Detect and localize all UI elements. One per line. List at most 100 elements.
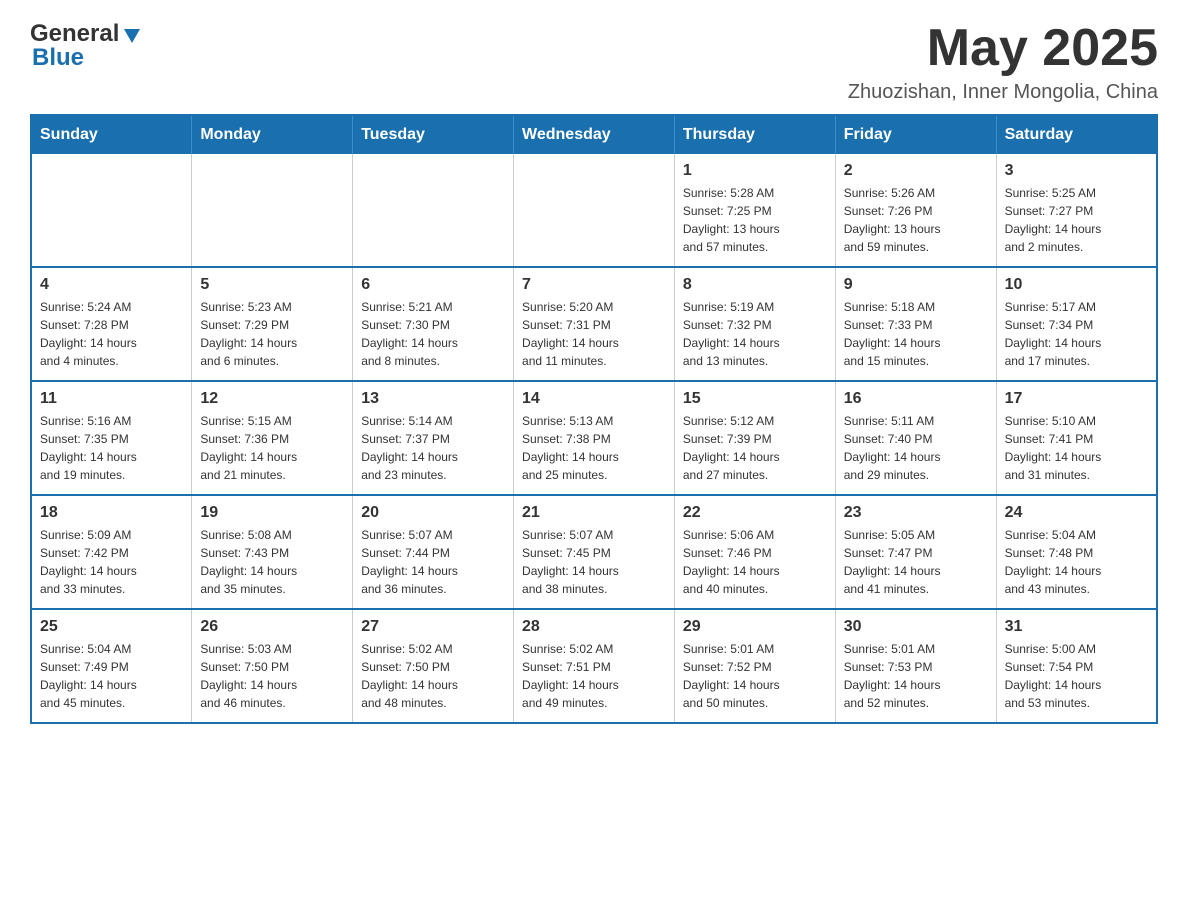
day-info: Sunrise: 5:04 AMSunset: 7:49 PMDaylight:…	[40, 640, 183, 712]
location-title: Zhuozishan, Inner Mongolia, China	[848, 81, 1158, 104]
day-number: 28	[522, 618, 666, 636]
day-info: Sunrise: 5:24 AMSunset: 7:28 PMDaylight:…	[40, 298, 183, 370]
calendar-header-friday: Friday	[835, 115, 996, 154]
day-number: 12	[200, 390, 344, 408]
day-info: Sunrise: 5:12 AMSunset: 7:39 PMDaylight:…	[683, 412, 827, 484]
day-number: 3	[1005, 162, 1148, 180]
calendar-cell: 25 Sunrise: 5:04 AMSunset: 7:49 PMDayligh…	[31, 609, 192, 723]
day-number: 22	[683, 504, 827, 522]
calendar-cell: 27 Sunrise: 5:02 AMSunset: 7:50 PMDayligh…	[353, 609, 514, 723]
day-number: 18	[40, 504, 183, 522]
calendar-week-5: 25 Sunrise: 5:04 AMSunset: 7:49 PMDayligh…	[31, 609, 1157, 723]
calendar-cell: 7 Sunrise: 5:20 AMSunset: 7:31 PMDaylight…	[514, 267, 675, 381]
day-info: Sunrise: 5:21 AMSunset: 7:30 PMDaylight:…	[361, 298, 505, 370]
calendar-cell: 30Sunrise: 5:01 AMSunset: 7:53 PMDayligh…	[835, 609, 996, 723]
calendar-cell: 4 Sunrise: 5:24 AMSunset: 7:28 PMDaylight…	[31, 267, 192, 381]
calendar-cell: 2 Sunrise: 5:26 AMSunset: 7:26 PMDaylight…	[835, 154, 996, 267]
calendar-cell: 18 Sunrise: 5:09 AMSunset: 7:42 PMDayligh…	[31, 495, 192, 609]
calendar-header-monday: Monday	[192, 115, 353, 154]
day-info: Sunrise: 5:07 AMSunset: 7:44 PMDaylight:…	[361, 526, 505, 598]
day-info: Sunrise: 5:01 AMSunset: 7:52 PMDaylight:…	[683, 640, 827, 712]
day-number: 7	[522, 276, 666, 294]
day-info: Sunrise: 5:28 AMSunset: 7:25 PMDaylight:…	[683, 184, 827, 256]
calendar-cell: 19 Sunrise: 5:08 AMSunset: 7:43 PMDayligh…	[192, 495, 353, 609]
day-number: 25	[40, 618, 183, 636]
day-info: Sunrise: 5:02 AMSunset: 7:50 PMDaylight:…	[361, 640, 505, 712]
day-number: 30	[844, 618, 988, 636]
day-info: Sunrise: 5:09 AMSunset: 7:42 PMDaylight:…	[40, 526, 183, 598]
day-info: Sunrise: 5:26 AMSunset: 7:26 PMDaylight:…	[844, 184, 988, 256]
day-number: 6	[361, 276, 505, 294]
calendar-cell: 20 Sunrise: 5:07 AMSunset: 7:44 PMDayligh…	[353, 495, 514, 609]
day-number: 17	[1005, 390, 1148, 408]
day-number: 27	[361, 618, 505, 636]
day-info: Sunrise: 5:16 AMSunset: 7:35 PMDaylight:…	[40, 412, 183, 484]
calendar-cell: 29 Sunrise: 5:01 AMSunset: 7:52 PMDayligh…	[674, 609, 835, 723]
day-number: 21	[522, 504, 666, 522]
calendar-header-sunday: Sunday	[31, 115, 192, 154]
day-number: 26	[200, 618, 344, 636]
calendar-cell: 26 Sunrise: 5:03 AMSunset: 7:50 PMDayligh…	[192, 609, 353, 723]
calendar-header-saturday: Saturday	[996, 115, 1157, 154]
day-number: 13	[361, 390, 505, 408]
day-info: Sunrise: 5:20 AMSunset: 7:31 PMDaylight:…	[522, 298, 666, 370]
day-number: 19	[200, 504, 344, 522]
calendar-cell: 31Sunrise: 5:00 AMSunset: 7:54 PMDayligh…	[996, 609, 1157, 723]
day-number: 2	[844, 162, 988, 180]
day-number: 8	[683, 276, 827, 294]
calendar-cell: 14Sunrise: 5:13 AMSunset: 7:38 PMDayligh…	[514, 381, 675, 495]
day-number: 20	[361, 504, 505, 522]
calendar-cell: 8Sunrise: 5:19 AMSunset: 7:32 PMDaylight…	[674, 267, 835, 381]
calendar-cell: 16Sunrise: 5:11 AMSunset: 7:40 PMDayligh…	[835, 381, 996, 495]
calendar-week-4: 18 Sunrise: 5:09 AMSunset: 7:42 PMDayligh…	[31, 495, 1157, 609]
day-info: Sunrise: 5:14 AMSunset: 7:37 PMDaylight:…	[361, 412, 505, 484]
day-info: Sunrise: 5:18 AMSunset: 7:33 PMDaylight:…	[844, 298, 988, 370]
day-number: 15	[683, 390, 827, 408]
day-info: Sunrise: 5:04 AMSunset: 7:48 PMDaylight:…	[1005, 526, 1148, 598]
calendar-cell: 21 Sunrise: 5:07 AMSunset: 7:45 PMDayligh…	[514, 495, 675, 609]
calendar-cell: 5 Sunrise: 5:23 AMSunset: 7:29 PMDaylight…	[192, 267, 353, 381]
day-info: Sunrise: 5:02 AMSunset: 7:51 PMDaylight:…	[522, 640, 666, 712]
month-title: May 2025	[848, 20, 1158, 77]
page-header: General Blue May 2025 Zhuozishan, Inner …	[30, 20, 1158, 104]
logo: General Blue	[30, 20, 142, 72]
calendar-cell: 22 Sunrise: 5:06 AMSunset: 7:46 PMDayligh…	[674, 495, 835, 609]
calendar-cell	[514, 154, 675, 267]
day-number: 1	[683, 162, 827, 180]
day-info: Sunrise: 5:15 AMSunset: 7:36 PMDaylight:…	[200, 412, 344, 484]
calendar-header-row: SundayMondayTuesdayWednesdayThursdayFrid…	[31, 115, 1157, 154]
calendar-cell: 13 Sunrise: 5:14 AMSunset: 7:37 PMDayligh…	[353, 381, 514, 495]
calendar-cell	[192, 154, 353, 267]
calendar-cell: 24 Sunrise: 5:04 AMSunset: 7:48 PMDayligh…	[996, 495, 1157, 609]
day-number: 4	[40, 276, 183, 294]
calendar-header-wednesday: Wednesday	[514, 115, 675, 154]
logo-blue-text: Blue	[32, 44, 84, 72]
day-info: Sunrise: 5:25 AMSunset: 7:27 PMDaylight:…	[1005, 184, 1148, 256]
calendar-cell: 6 Sunrise: 5:21 AMSunset: 7:30 PMDaylight…	[353, 267, 514, 381]
day-number: 14	[522, 390, 666, 408]
calendar-cell: 3 Sunrise: 5:25 AMSunset: 7:27 PMDaylight…	[996, 154, 1157, 267]
day-info: Sunrise: 5:17 AMSunset: 7:34 PMDaylight:…	[1005, 298, 1148, 370]
calendar-cell: 12 Sunrise: 5:15 AMSunset: 7:36 PMDayligh…	[192, 381, 353, 495]
calendar-cell	[353, 154, 514, 267]
day-number: 9	[844, 276, 988, 294]
calendar-cell: 15 Sunrise: 5:12 AMSunset: 7:39 PMDayligh…	[674, 381, 835, 495]
day-info: Sunrise: 5:06 AMSunset: 7:46 PMDaylight:…	[683, 526, 827, 598]
day-info: Sunrise: 5:05 AMSunset: 7:47 PMDaylight:…	[844, 526, 988, 598]
calendar-cell: 17Sunrise: 5:10 AMSunset: 7:41 PMDayligh…	[996, 381, 1157, 495]
title-block: May 2025 Zhuozishan, Inner Mongolia, Chi…	[848, 20, 1158, 104]
day-number: 29	[683, 618, 827, 636]
day-number: 5	[200, 276, 344, 294]
day-info: Sunrise: 5:08 AMSunset: 7:43 PMDaylight:…	[200, 526, 344, 598]
day-number: 23	[844, 504, 988, 522]
day-info: Sunrise: 5:07 AMSunset: 7:45 PMDaylight:…	[522, 526, 666, 598]
day-number: 10	[1005, 276, 1148, 294]
day-number: 24	[1005, 504, 1148, 522]
calendar-cell: 23 Sunrise: 5:05 AMSunset: 7:47 PMDayligh…	[835, 495, 996, 609]
day-info: Sunrise: 5:23 AMSunset: 7:29 PMDaylight:…	[200, 298, 344, 370]
calendar-cell	[31, 154, 192, 267]
calendar-cell: 28 Sunrise: 5:02 AMSunset: 7:51 PMDayligh…	[514, 609, 675, 723]
day-info: Sunrise: 5:03 AMSunset: 7:50 PMDaylight:…	[200, 640, 344, 712]
calendar-cell: 1 Sunrise: 5:28 AMSunset: 7:25 PMDaylight…	[674, 154, 835, 267]
calendar-week-1: 1 Sunrise: 5:28 AMSunset: 7:25 PMDaylight…	[31, 154, 1157, 267]
